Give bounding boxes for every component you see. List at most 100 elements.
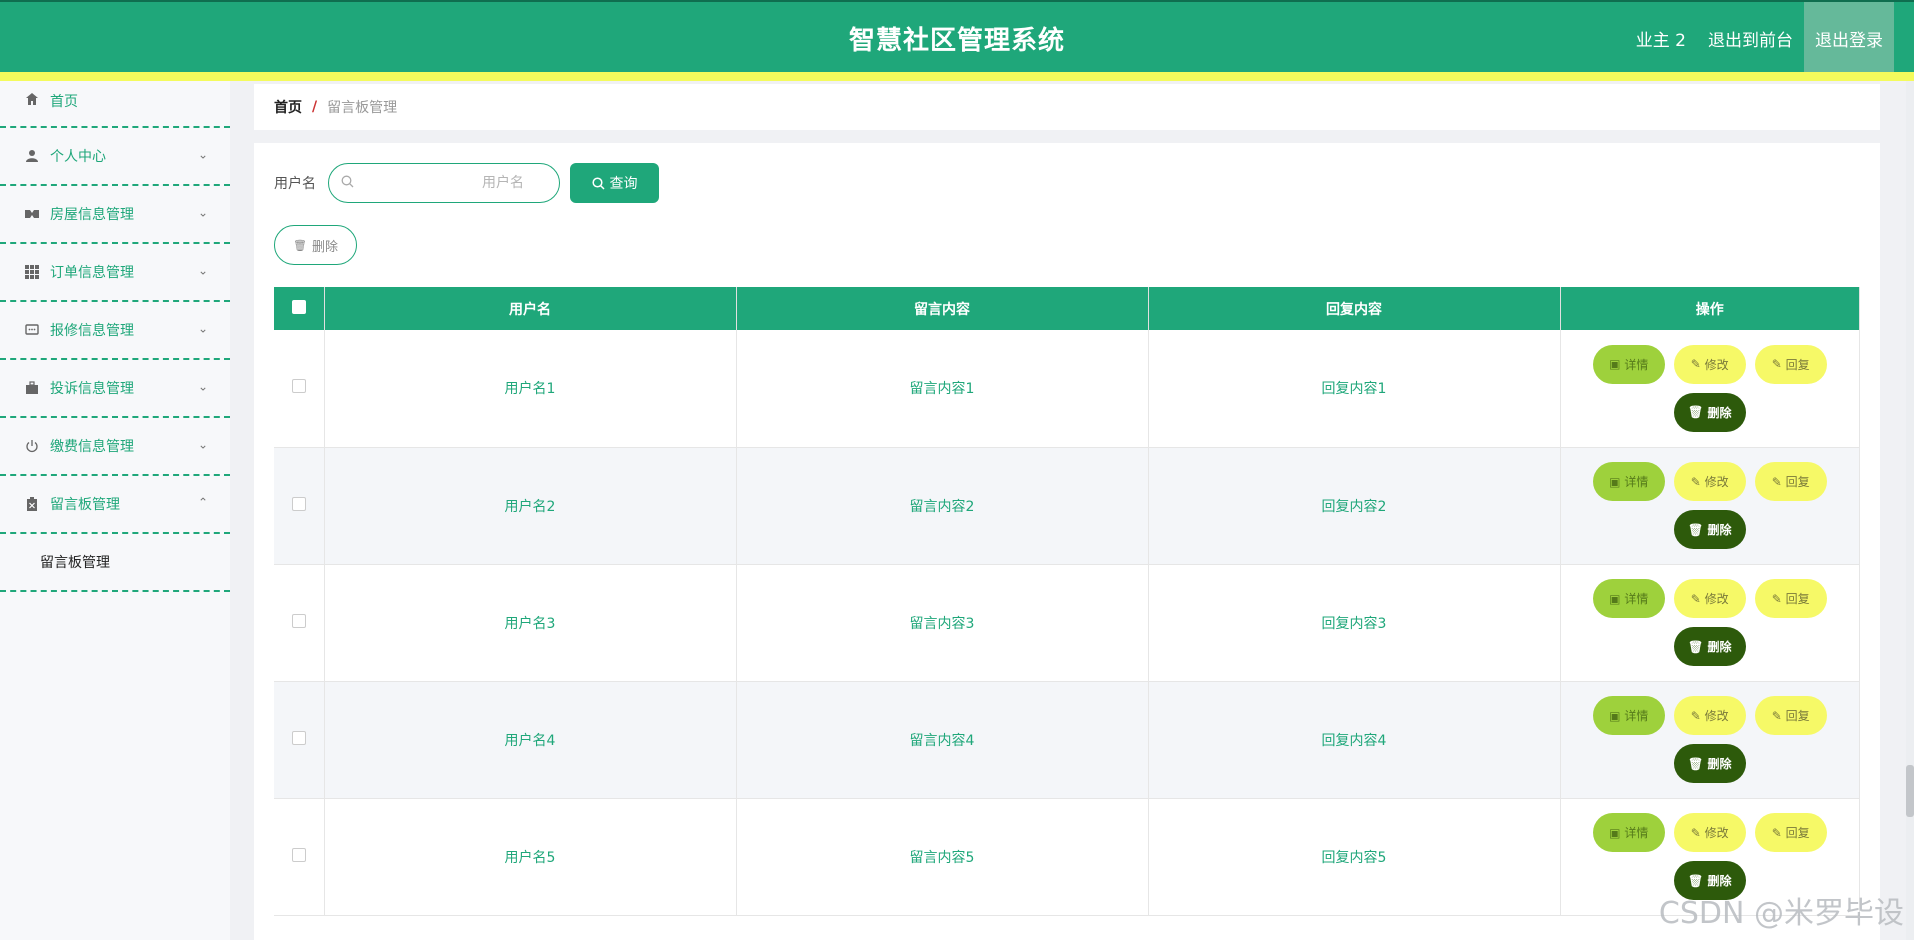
home-icon	[24, 91, 40, 107]
chevron-down-icon: ⌄	[197, 147, 208, 162]
reply-cell: 回复内容5	[1148, 798, 1561, 916]
user-name: 业主 2	[1635, 30, 1686, 51]
edit-button[interactable]: ✎ 修改	[1673, 344, 1746, 384]
reply-cell: 回复内容2	[1148, 447, 1561, 565]
header-checkbox-cell	[274, 287, 325, 330]
reply-button[interactable]: ✎ 回复	[1754, 813, 1827, 852]
reply-button[interactable]: ✎ 回复	[1754, 579, 1827, 618]
edit-button[interactable]: ✎ 修改	[1673, 579, 1746, 618]
edit-label: 修改	[1704, 709, 1729, 723]
edit-button[interactable]: ✎ 修改	[1673, 462, 1746, 501]
select-all-checkbox[interactable]	[291, 299, 306, 314]
sidebar-item-label: 个人中心	[50, 149, 106, 165]
chevron-down-icon: ⌄	[197, 321, 208, 336]
sidebar-item-order[interactable]: 订单信息管理 ⌄	[0, 244, 230, 302]
ops-cell: ▣ 详情 ✎ 修改 ✎ 回复 🗑 删除	[1560, 447, 1860, 565]
delete-button[interactable]: 🗑 删除	[1673, 392, 1746, 432]
exit-to-front-link[interactable]: 退出到前台	[1697, 2, 1804, 74]
reply-button[interactable]: ✎ 回复	[1754, 344, 1827, 384]
trash-icon: 🗑	[1688, 873, 1708, 888]
sidebar-item-house[interactable]: 房屋信息管理 ⌄	[0, 186, 230, 244]
row-checkbox[interactable]	[291, 613, 306, 628]
reply-button[interactable]: ✎ 回复	[1754, 696, 1827, 735]
row-checkbox-cell	[274, 798, 325, 916]
reply-button[interactable]: ✎ 回复	[1754, 462, 1827, 501]
column-header: 用户名	[324, 287, 737, 330]
main-content: 用户名 查询 🗑 删除 用户名 留言内容 回复内容	[254, 143, 1880, 940]
user-cell: 用户名5	[324, 798, 737, 916]
doc-icon: ▣	[1609, 591, 1625, 606]
reply-cell: 回复内容4	[1148, 681, 1561, 799]
sidebar-item-label: 投诉信息管理	[50, 381, 134, 397]
edit-button[interactable]: ✎ 修改	[1673, 696, 1746, 735]
table-header-row: 用户名 留言内容 回复内容 操作	[274, 287, 1860, 330]
row-checkbox[interactable]	[291, 847, 306, 862]
reply-label: 回复	[1785, 826, 1810, 840]
reply-label: 回复	[1785, 592, 1810, 606]
row-checkbox[interactable]	[291, 496, 306, 511]
header-accent-bar	[0, 72, 1914, 81]
pencil-icon: ✎	[1690, 591, 1705, 606]
batch-delete-button[interactable]: 🗑 删除	[274, 225, 357, 265]
trash-icon: 🗑	[1688, 522, 1708, 537]
delete-button[interactable]: 🗑 删除	[1673, 627, 1746, 666]
sidebar-item-label: 订单信息管理	[50, 265, 134, 281]
table-row: 用户名2 留言内容2 回复内容2 ▣ 详情 ✎ 修改 ✎ 回复 🗑 删除	[274, 447, 1860, 565]
house-icon	[24, 206, 40, 222]
sidebar-item-home[interactable]: 首页	[0, 81, 230, 128]
sidebar-item-label: 缴费信息管理	[50, 439, 134, 455]
row-checkbox-cell	[274, 681, 325, 799]
search-button[interactable]: 查询	[570, 163, 659, 203]
sidebar-item-complaint[interactable]: 投诉信息管理 ⌄	[0, 360, 230, 418]
table-row: 用户名1 留言内容1 回复内容1 ▣ 详情 ✎ 修改 ✎ 回复 🗑 删除	[274, 330, 1860, 448]
detail-button[interactable]: ▣ 详情	[1592, 462, 1665, 501]
detail-button[interactable]: ▣ 详情	[1592, 813, 1665, 852]
row-checkbox-cell	[274, 330, 325, 448]
ops-cell: ▣ 详情 ✎ 修改 ✎ 回复 🗑 删除	[1560, 330, 1860, 448]
delete-button[interactable]: 🗑 删除	[1673, 510, 1746, 549]
search-icon	[341, 175, 354, 192]
message-cell: 留言内容1	[736, 330, 1149, 448]
detail-button[interactable]: ▣ 详情	[1592, 579, 1665, 618]
sidebar-item-personal[interactable]: 个人中心 ⌄	[0, 128, 230, 186]
detail-label: 详情	[1624, 475, 1649, 489]
submenu-item-messages[interactable]: 留言板管理	[0, 534, 230, 592]
scrollbar-thumb[interactable]	[1906, 765, 1914, 817]
pencil-icon: ✎	[1690, 825, 1705, 840]
table-row: 用户名5 留言内容5 回复内容5 ▣ 详情 ✎ 修改 ✎ 回复 🗑 删除	[274, 798, 1860, 916]
page-scrollbar[interactable]	[1906, 81, 1914, 940]
delete-button[interactable]: 🗑 删除	[1673, 744, 1746, 783]
pencil-icon: ✎	[1690, 357, 1705, 372]
user-cell: 用户名3	[324, 564, 737, 682]
search-bar: 用户名 查询	[274, 163, 659, 203]
user-cell: 用户名2	[324, 447, 737, 565]
row-checkbox-cell	[274, 447, 325, 565]
detail-button[interactable]: ▣ 详情	[1592, 344, 1665, 384]
grid-icon	[24, 264, 40, 280]
power-icon	[24, 438, 40, 454]
row-checkbox[interactable]	[291, 730, 306, 745]
message-cell: 留言内容3	[736, 564, 1149, 682]
detail-button[interactable]: ▣ 详情	[1592, 696, 1665, 735]
edit-button[interactable]: ✎ 修改	[1673, 813, 1746, 852]
header-actions: 业主 2 退出到前台 退出登录	[1625, 2, 1894, 74]
message-table: 用户名 留言内容 回复内容 操作 用户名1 留言内容1 回复内容1 ▣ 详情 ✎…	[274, 287, 1860, 916]
watermark: CSDN @米罗毕设	[1658, 896, 1904, 931]
sidebar-item-label: 留言板管理	[50, 497, 120, 513]
sidebar-item-repair[interactable]: 报修信息管理 ⌄	[0, 302, 230, 360]
chevron-down-icon: ⌄	[197, 379, 208, 394]
row-checkbox[interactable]	[291, 379, 306, 394]
sidebar-item-messages[interactable]: 留言板管理 ⌃	[0, 476, 230, 534]
detail-label: 详情	[1624, 357, 1649, 372]
message-cell: 留言内容5	[736, 798, 1149, 916]
reply-cell: 回复内容3	[1148, 564, 1561, 682]
breadcrumb-home[interactable]: 首页	[274, 97, 302, 117]
sidebar-item-payment[interactable]: 缴费信息管理 ⌄	[0, 418, 230, 476]
chevron-up-icon: ⌃	[197, 495, 208, 510]
search-input[interactable]	[354, 166, 534, 200]
logout-link[interactable]: 退出登录	[1804, 2, 1894, 74]
chevron-down-icon: ⌄	[197, 205, 208, 220]
doc-icon: ▣	[1609, 357, 1625, 372]
trash-icon: 🗑	[1688, 405, 1708, 420]
ops-cell: ▣ 详情 ✎ 修改 ✎ 回复 🗑 删除	[1560, 681, 1860, 799]
